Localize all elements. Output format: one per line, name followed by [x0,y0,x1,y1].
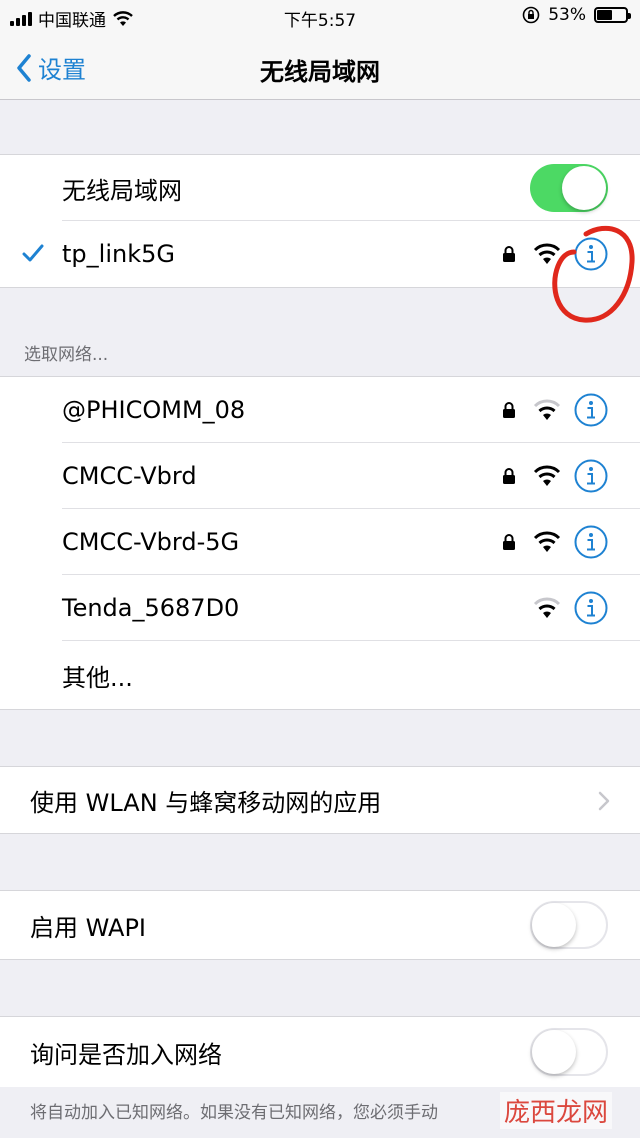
navigation-bar: 设置 无线局域网 [0,34,640,100]
status-right: 53% [522,5,631,25]
wapi-label: 启用 WAPI [30,913,147,942]
lock-icon [503,468,515,484]
page-title: 无线局域网 [260,58,380,86]
watermark: 庞西龙网 [500,1092,613,1129]
lock-icon [503,402,515,418]
battery-icon [594,7,631,23]
ask-join-label: 询问是否加入网络 [30,1040,222,1069]
orientation-lock-icon [522,6,540,24]
apps-group: 使用 WLAN 与蜂窝移动网的应用 [0,766,640,834]
network-name: Tenda_5687D0 [62,594,240,622]
connected-network-name: tp_link5G [62,240,175,268]
info-icon[interactable] [574,393,608,427]
lock-icon [503,246,515,262]
network-name: CMCC-Vbrd [62,462,197,490]
footer-note: 将自动加入已知网络。如果没有已知网络，您必须手动 [30,1103,438,1123]
chevron-right-icon [598,791,610,811]
network-name: CMCC-Vbrd-5G [62,528,240,556]
ask-join-row: 询问是否加入网络 [0,1017,640,1087]
apps-using-wlan-row[interactable]: 使用 WLAN 与蜂窝移动网的应用 [0,767,640,833]
wlan-toggle-switch[interactable] [530,164,608,212]
other-network-row[interactable]: 其他... [0,641,640,709]
checkmark-icon [22,244,44,262]
apps-using-wlan-label: 使用 WLAN 与蜂窝移动网的应用 [30,788,382,817]
info-icon[interactable] [574,591,608,625]
info-icon[interactable] [574,459,608,493]
wifi-signal-icon [533,531,561,552]
network-row[interactable]: CMCC-Vbrd [0,443,640,509]
lock-icon [503,534,515,550]
network-row[interactable]: CMCC-Vbrd-5G [0,509,640,575]
other-network-label: 其他... [62,663,133,692]
status-bar: 中国联通 下午5:57 53% [0,0,640,34]
wifi-signal-icon [533,597,561,618]
ask-join-group: 询问是否加入网络 [0,1016,640,1087]
wifi-signal-icon [533,399,561,420]
info-icon[interactable] [574,525,608,559]
connected-network-row[interactable]: tp_link5G [0,221,640,287]
choose-network-header: 选取网络... [24,345,109,365]
network-list: @PHICOMM_08 CMCC-Vbrd CMCC-Vbrd-5G Tenda… [0,376,640,710]
battery-percent: 53% [548,5,586,25]
network-name: @PHICOMM_08 [62,396,246,424]
wapi-group: 启用 WAPI [0,890,640,960]
wapi-row: 启用 WAPI [0,891,640,959]
network-row[interactable]: @PHICOMM_08 [0,377,640,443]
wlan-group: 无线局域网 tp_link5G [0,154,640,288]
network-row[interactable]: Tenda_5687D0 [0,575,640,641]
wapi-toggle-switch[interactable] [530,901,608,949]
wlan-toggle-row: 无线局域网 [0,155,640,221]
wifi-signal-icon [533,465,561,486]
ask-join-toggle-switch[interactable] [530,1028,608,1076]
annotation-circle [552,225,635,323]
wlan-toggle-label: 无线局域网 [62,176,182,205]
